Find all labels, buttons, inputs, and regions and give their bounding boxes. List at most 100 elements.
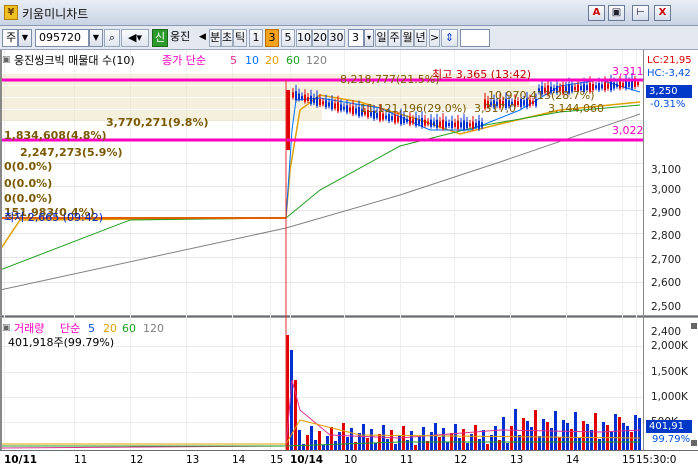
close-button[interactable]: X	[654, 5, 671, 21]
x-axis-label: 13	[510, 454, 524, 466]
x-axis-label: 11	[400, 454, 414, 466]
candle-body	[436, 119, 438, 128]
x-axis-label: 15	[622, 454, 636, 466]
volume-bar	[422, 427, 425, 450]
volume-bar	[506, 443, 509, 450]
x-axis-label: 15	[270, 454, 284, 466]
layout-button[interactable]: ▣	[608, 5, 625, 21]
volume-bar	[326, 436, 329, 450]
lc-label: LC:21,95	[647, 55, 692, 66]
interval-input[interactable]: 3	[348, 29, 364, 47]
candle-body	[418, 119, 420, 125]
price-tick-label: 2,700	[651, 254, 682, 266]
volume-bar	[494, 426, 497, 450]
scroll-marker-icon	[691, 323, 697, 329]
vp-label: 3,317,0	[474, 102, 516, 115]
volume-bar	[474, 425, 477, 450]
chevron-down-icon[interactable]: ▾	[364, 29, 374, 47]
volume-bar	[322, 445, 325, 450]
prev-arrow-icon[interactable]: ◀	[199, 29, 209, 47]
high-annotation: 최고 3,365 (13:42)	[432, 68, 532, 81]
period-3[interactable]: 3	[265, 29, 279, 47]
candle-body	[346, 105, 348, 113]
range-day[interactable]: 일	[375, 29, 388, 47]
period-10[interactable]: 10	[296, 29, 312, 47]
volume-bar	[502, 417, 505, 450]
vol-ma-5[interactable]: 5	[88, 322, 95, 335]
range-year[interactable]: 년	[414, 29, 427, 47]
hc-label: HC:-3,42	[647, 68, 691, 79]
candle-body	[610, 81, 612, 91]
x-axis-label: 10	[344, 454, 358, 466]
candle-body	[388, 114, 390, 122]
candle-body	[442, 119, 444, 129]
vp-label: 0(0.0%)	[4, 192, 53, 205]
ma-period-60[interactable]: 60	[286, 54, 300, 67]
candle-body	[334, 103, 336, 109]
volume-bar	[310, 426, 313, 450]
price-tick-label: 2,900	[651, 207, 682, 219]
vol-ma-60[interactable]: 60	[122, 322, 136, 335]
search-icon[interactable]: ⌕	[104, 29, 120, 47]
ma-period-5[interactable]: 5	[230, 54, 237, 67]
panel-toggle-icon[interactable]: ▣	[2, 322, 11, 335]
period-30[interactable]: 30	[328, 29, 345, 47]
candle-body	[325, 100, 327, 108]
candle-body	[463, 120, 465, 130]
ma-period-120[interactable]: 120	[306, 54, 327, 67]
volume-bar	[410, 431, 413, 450]
scroll-marker-icon	[691, 440, 697, 446]
candle-body	[397, 116, 399, 122]
volume-bar	[418, 436, 421, 450]
chevron-down-icon[interactable]: ▼	[18, 29, 32, 47]
candle-body	[403, 117, 405, 124]
range-week[interactable]: 주	[388, 29, 401, 47]
updown-icon[interactable]: ⇕	[441, 29, 458, 47]
volume-tick-label: 1,000K	[651, 391, 688, 403]
market-select[interactable]: 주	[2, 29, 18, 47]
low-annotation: 최저 2,665 (09:42)	[4, 211, 104, 224]
extra-input[interactable]	[460, 29, 490, 47]
range-month[interactable]: 월	[401, 29, 414, 47]
x-axis-label: 12	[454, 454, 468, 466]
vol-ma-120[interactable]: 120	[143, 322, 164, 335]
volume-bar	[414, 445, 417, 450]
ma-period-10[interactable]: 10	[245, 54, 259, 67]
price-tick-label: 2,400	[651, 326, 682, 338]
candle-body	[310, 95, 312, 104]
x-axis-label: 13	[186, 454, 200, 466]
pin-button[interactable]: ⊢	[632, 5, 649, 21]
period-1[interactable]: 1	[249, 29, 263, 47]
vp-label: 1,834,608(4.8%)	[4, 129, 107, 142]
panel-toggle-icon[interactable]: ▣	[2, 54, 11, 67]
vol-ma-20[interactable]: 20	[103, 322, 117, 335]
vp-label: 0(0.0%)	[4, 160, 53, 173]
candle-body	[481, 122, 483, 128]
period-second[interactable]: 초	[221, 29, 233, 47]
next-arrow-icon[interactable]: >	[429, 29, 440, 47]
period-5[interactable]: 5	[281, 29, 295, 47]
volume-bar	[338, 432, 341, 450]
candle-body	[304, 94, 306, 102]
candle-body	[622, 82, 624, 87]
volume-bar	[330, 427, 333, 450]
candle-body	[628, 81, 630, 87]
period-tick[interactable]: 틱	[233, 29, 247, 47]
period-20[interactable]: 20	[312, 29, 328, 47]
x-axis-label: 12	[130, 454, 144, 466]
volume-bar	[370, 429, 373, 450]
period-minute[interactable]: 분	[209, 29, 221, 47]
credit-badge[interactable]: 신	[152, 29, 168, 47]
vp-label: 0(0.0%)	[4, 177, 53, 190]
ma-period-20[interactable]: 20	[265, 54, 279, 67]
volume-bar	[578, 438, 581, 450]
font-button[interactable]: A	[588, 5, 605, 21]
candle-body	[352, 106, 354, 115]
volume-bar	[442, 428, 445, 450]
chevron-down-icon[interactable]: ▼	[89, 29, 103, 47]
stock-code-input[interactable]: 095720	[35, 29, 89, 47]
speaker-icon[interactable]: ◀▾	[121, 29, 149, 47]
candle-body	[301, 95, 303, 99]
candle-body	[415, 117, 417, 126]
x-axis-label: 11	[74, 454, 88, 466]
